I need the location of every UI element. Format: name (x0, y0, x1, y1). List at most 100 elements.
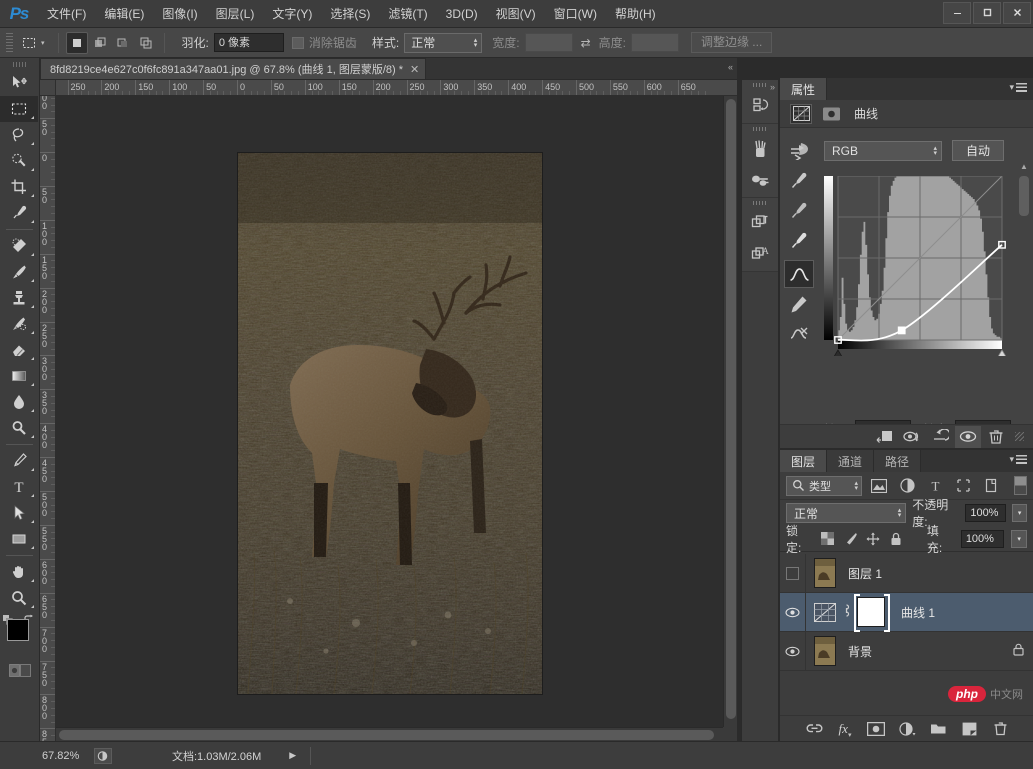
lock-position-icon[interactable] (865, 530, 881, 548)
ruler-corner[interactable] (40, 80, 56, 96)
eyedropper-tool[interactable] (0, 200, 38, 226)
horizontal-type-tool[interactable]: T (0, 474, 38, 500)
layer-mask-link-icon[interactable] (842, 604, 851, 620)
horizontal-scroll-thumb[interactable] (59, 730, 714, 740)
subtract-from-selection-button[interactable] (112, 32, 134, 54)
clone-stamp-tool[interactable] (0, 285, 38, 311)
crop-tool[interactable] (0, 174, 38, 200)
pen-tool[interactable] (0, 448, 38, 474)
brush-panel-icon[interactable] (742, 134, 778, 164)
zoom-tool[interactable] (0, 585, 38, 611)
scroll-up-arrow-icon[interactable]: ▲ (1020, 162, 1028, 171)
new-fill-adjustment-icon[interactable] (897, 719, 917, 739)
antialias-checkbox[interactable] (291, 36, 304, 49)
rectangular-marquee-tool-icon[interactable] (17, 32, 41, 54)
layer-visibility-toggle-curves1[interactable] (780, 592, 806, 632)
table-row[interactable]: 曲线 1 (780, 592, 1033, 632)
clip-to-layer-button[interactable] (871, 426, 897, 448)
curves-adjustment-icon[interactable] (790, 103, 812, 124)
eraser-tool[interactable] (0, 337, 38, 363)
tab-paths[interactable]: 路径 (874, 450, 922, 472)
new-group-icon[interactable] (928, 719, 948, 739)
collapse-chevron-icon[interactable]: « (728, 62, 733, 72)
options-bar-grip[interactable] (6, 32, 13, 53)
lock-image-pixels-icon[interactable] (843, 530, 859, 548)
paragraph-panel-icon[interactable] (742, 208, 778, 238)
menu-filter[interactable]: 滤镜(T) (379, 0, 436, 28)
feather-input[interactable]: 0 像素 (213, 33, 284, 52)
document-tab[interactable]: 8fd8219ce4e627c0f6fc891a347aa01.jpg @ 67… (40, 58, 427, 79)
layer-mask-thumbnail[interactable] (854, 594, 890, 632)
swap-dimensions-icon[interactable]: ⇄ (581, 36, 591, 50)
path-selection-tool[interactable] (0, 500, 38, 526)
curves-adjustment-thumbnail[interactable] (812, 598, 838, 626)
refine-edge-button[interactable]: 调整边缘 ... (690, 32, 773, 53)
maximize-button[interactable] (973, 1, 1001, 24)
layer-mask-icon[interactable] (866, 719, 886, 739)
curve-graph-svg[interactable] (824, 175, 1009, 361)
layer-filter-type-select[interactable]: 类型 ▴ ▾ (786, 475, 862, 496)
rectangular-marquee-tool[interactable] (0, 96, 38, 122)
lock-all-icon[interactable] (888, 530, 904, 548)
expand-panels-chevron-icon[interactable]: » (770, 82, 775, 92)
tab-properties[interactable]: 属性 (780, 78, 828, 100)
zoom-level[interactable]: 67.82% (42, 750, 94, 762)
opacity-value[interactable]: 100% (965, 504, 1007, 522)
move-tool[interactable] (0, 70, 38, 96)
document-image-elk-in-grass[interactable] (237, 152, 543, 695)
fill-chevron-down-icon[interactable]: ▾ (1011, 529, 1027, 548)
layer-visibility-toggle-layer1[interactable] (780, 553, 806, 593)
smooth-curve-icon[interactable] (784, 320, 814, 348)
menu-window[interactable]: 窗口(W) (545, 0, 606, 28)
delete-layer-icon[interactable] (990, 719, 1010, 739)
horizontal-ruler[interactable]: 250 200 150 100 50 0 50 100 150 200 250 300 350 400 45… (56, 80, 737, 96)
filter-pixel-layers-icon[interactable] (868, 476, 890, 496)
clip-to-layer-icon[interactable] (820, 104, 842, 124)
canvas-area[interactable] (56, 96, 723, 727)
menu-3d[interactable]: 3D(D) (437, 0, 487, 28)
properties-scrollbar[interactable]: ▲ ▼ (1018, 162, 1030, 466)
menu-view[interactable]: 视图(V) (487, 0, 545, 28)
panel-resize-grip[interactable] (1015, 432, 1024, 441)
filter-type-layers-icon[interactable]: T (924, 476, 946, 496)
minimize-button[interactable] (943, 1, 971, 24)
layer-thumbnail-layer1[interactable] (814, 558, 836, 588)
black-point-eyedropper-icon[interactable] (784, 166, 814, 194)
filter-shape-layers-icon[interactable] (952, 476, 974, 496)
quick-selection-tool[interactable] (0, 148, 38, 174)
filter-adjustment-layers-icon[interactable] (896, 476, 918, 496)
link-layers-icon[interactable] (804, 719, 824, 739)
menu-image[interactable]: 图像(I) (153, 0, 206, 28)
reset-button[interactable] (927, 426, 953, 448)
layer-thumbnail-background[interactable] (814, 636, 836, 666)
menu-file[interactable]: 文件(F) (38, 0, 95, 28)
pencil-tool-icon[interactable] (784, 290, 814, 318)
document-profile-icon[interactable] (94, 747, 112, 764)
fill-value[interactable]: 100% (960, 529, 1005, 548)
targeted-adjustment-icon[interactable] (784, 136, 814, 164)
layer-visibility-toggle-background[interactable] (780, 631, 806, 671)
curve-graph[interactable] (824, 175, 1009, 361)
blend-mode-select[interactable]: 正常 ▴ ▾ (786, 503, 907, 523)
menu-help[interactable]: 帮助(H) (606, 0, 665, 28)
tab-channels[interactable]: 通道 (827, 450, 875, 472)
dodge-tool[interactable] (0, 415, 38, 441)
foreground-color-swatch[interactable] (7, 619, 29, 641)
curve-point-tool-icon[interactable] (784, 260, 814, 288)
brush-tool[interactable] (0, 259, 38, 285)
rail-grip-2[interactable] (742, 124, 778, 134)
canvas-vertical-scrollbar[interactable] (723, 96, 737, 727)
properties-scroll-thumb[interactable] (1019, 176, 1029, 216)
height-input[interactable] (630, 33, 679, 52)
tab-layers[interactable]: 图层 (780, 450, 828, 472)
rail-grip-3[interactable] (742, 198, 778, 208)
status-expand-arrow-icon[interactable]: ▶ (289, 750, 296, 761)
new-layer-icon[interactable] (959, 719, 979, 739)
table-row[interactable]: 背景 (780, 631, 1033, 671)
intersect-selection-button[interactable] (135, 32, 157, 54)
filter-enable-toggle[interactable] (1014, 476, 1027, 495)
menu-type[interactable]: 文字(Y) (263, 0, 321, 28)
properties-panel-menu-button[interactable]: ▾ (1009, 82, 1027, 93)
quick-mask-button[interactable] (0, 659, 39, 681)
menu-layer[interactable]: 图层(L) (207, 0, 264, 28)
